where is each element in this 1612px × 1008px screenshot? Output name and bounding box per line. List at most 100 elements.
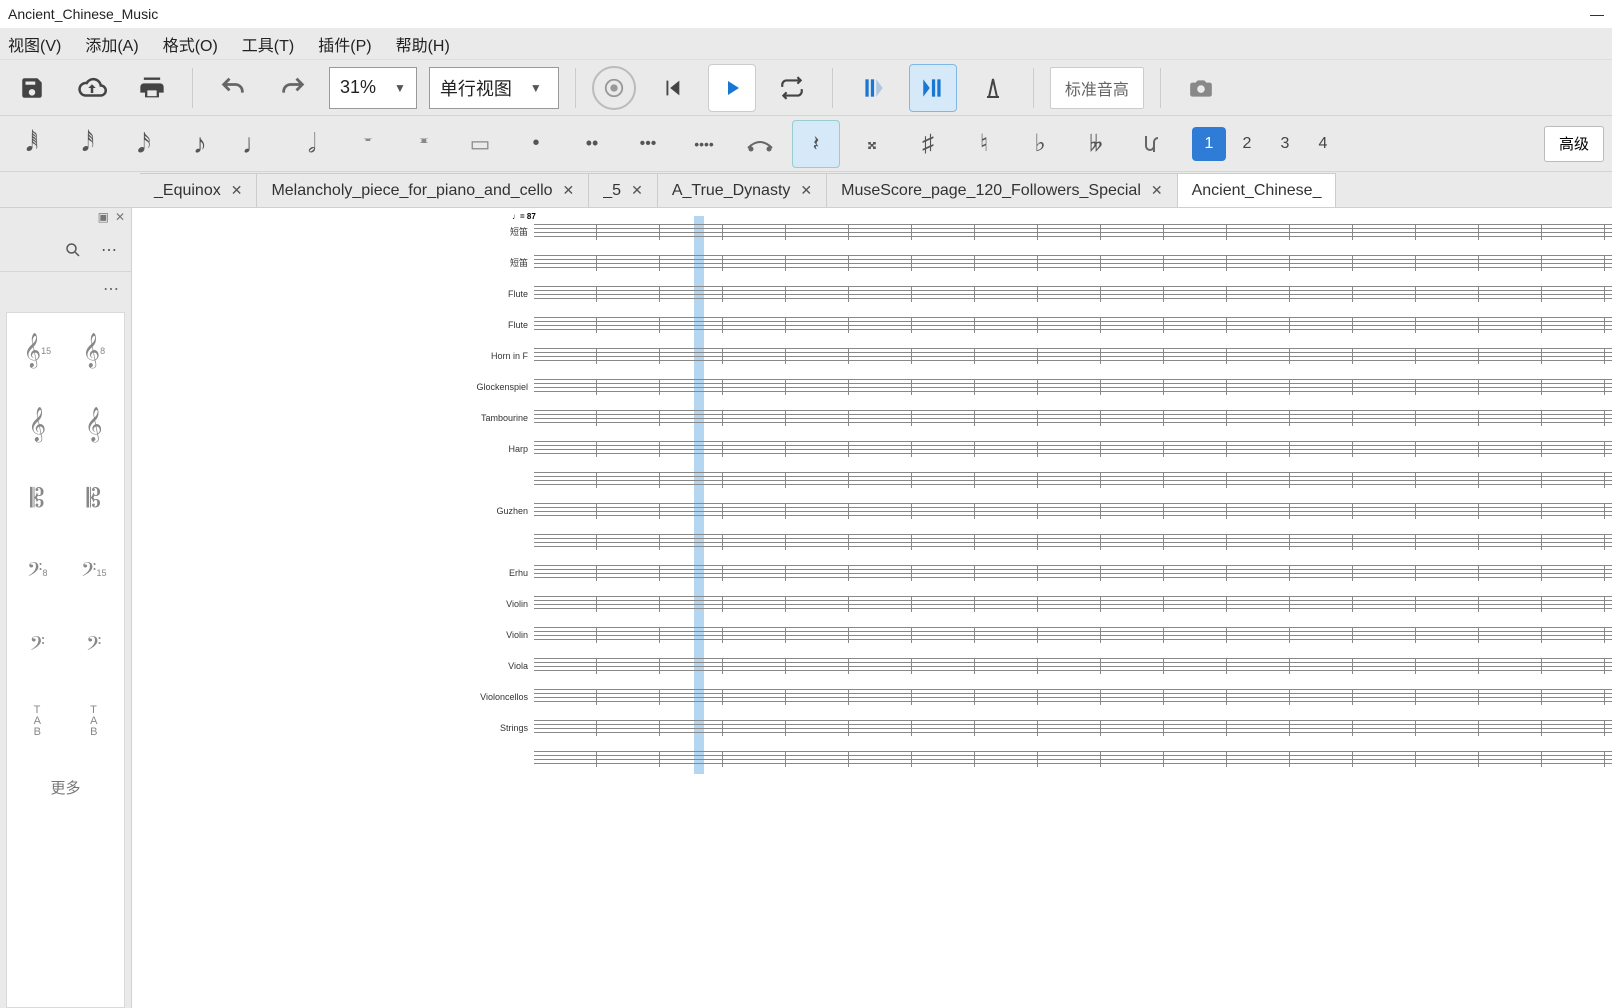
view-mode-combo[interactable]: 单行视图 ▼ [429,67,559,109]
staff-lines[interactable] [534,278,1612,309]
instrument-label: Glockenspiel [472,382,534,392]
save-button[interactable] [8,64,56,112]
staff-lines[interactable] [534,247,1612,278]
loop-out-button[interactable] [909,64,957,112]
dots-icon[interactable]: ⋯ [103,279,119,299]
voice-2[interactable]: 2 [1230,127,1264,161]
clef-tab2[interactable]: TAB [70,693,119,749]
loop-in-button[interactable] [849,64,897,112]
staff-lines[interactable] [534,309,1612,340]
instrument-label: Violoncellos [472,692,534,702]
rest-whole-button[interactable]: 𝄻 [344,120,392,168]
tab-equinox[interactable]: _Equinox ✕ [140,173,257,207]
tab-musescore[interactable]: MuseScore_page_120_Followers_Special ✕ [827,173,1177,207]
clef-treble-15ma[interactable]: 𝄞15 [13,323,62,379]
clef-treble[interactable]: 𝄞 [70,397,119,453]
staff-lines[interactable] [534,340,1612,371]
tab-melancholy[interactable]: Melancholy_piece_for_piano_and_cello ✕ [257,173,589,207]
menu-add[interactable]: 添加(A) [85,32,138,56]
loop-button[interactable] [768,64,816,112]
minimize-button[interactable]: — [1590,6,1604,22]
clef-bass-8va[interactable]: 𝄢8 [13,545,62,601]
staff-lines[interactable] [534,371,1612,402]
menu-help[interactable]: 帮助(H) [396,32,450,56]
sharp-button[interactable]: ♯ [904,120,952,168]
redo-button[interactable] [269,64,317,112]
more-button[interactable]: ⋯ [97,238,121,262]
staff-lines[interactable] [534,619,1612,650]
note-quarter-button[interactable]: ♩ [232,120,280,168]
rewind-button[interactable] [648,64,696,112]
dot-button[interactable]: • [512,120,560,168]
clef-bass[interactable]: 𝄢 [13,619,62,675]
zoom-combo[interactable]: 31% ▼ [329,67,417,109]
staff-lines[interactable] [534,495,1612,526]
staff-lines[interactable] [534,216,1612,247]
staff-lines[interactable] [534,712,1612,743]
menu-format[interactable]: 格式(O) [163,32,218,56]
menu-view[interactable]: 视图(V) [8,32,61,56]
quad-dot-button[interactable]: •••• [680,120,728,168]
double-sharp-button[interactable]: 𝄪 [848,120,896,168]
voice-1[interactable]: 1 [1192,127,1226,161]
print-button[interactable] [128,64,176,112]
tab-5[interactable]: _5 ✕ [589,173,658,207]
play-button[interactable] [708,64,756,112]
cloud-upload-button[interactable] [68,64,116,112]
close-icon[interactable]: ✕ [800,182,812,199]
count-in-button[interactable] [969,64,1017,112]
voice-3[interactable]: 3 [1268,127,1302,161]
advanced-button[interactable]: 高级 [1544,126,1604,162]
triple-dot-button[interactable]: ••• [624,120,672,168]
clef-bass2[interactable]: 𝄢 [70,619,119,675]
staff-lines[interactable] [534,433,1612,464]
palette-more[interactable]: 更多 [13,767,118,798]
chevron-down-icon: ▼ [394,81,406,95]
tie-button[interactable] [736,120,784,168]
screenshot-button[interactable] [1177,64,1225,112]
menu-plugins[interactable]: 插件(P) [318,32,371,56]
clef-treble-8vb[interactable]: 𝄞 [13,397,62,453]
staff-lines[interactable] [534,743,1612,774]
note-32nd-button[interactable]: 𝅘𝅥𝅰 [64,120,112,168]
natural-button[interactable]: ♮ [960,120,1008,168]
clef-bass-15ma[interactable]: 𝄢15 [70,545,119,601]
rest-button[interactable]: 𝄽 [792,120,840,168]
concert-pitch-button[interactable]: 标准音高 [1050,67,1144,109]
staff-lines[interactable] [534,464,1612,495]
double-dot-button[interactable]: •• [568,120,616,168]
staff-lines[interactable] [534,557,1612,588]
close-icon[interactable]: ✕ [631,182,643,199]
note-half-button[interactable]: 𝅗𝅥 [288,120,336,168]
note-16th-button[interactable]: 𝅘𝅥𝅯 [120,120,168,168]
tab-ancient-chinese[interactable]: Ancient_Chinese_ [1178,173,1337,207]
score-canvas[interactable]: ♩= 87 短笛短笛FluteFluteHorn in FGlockenspie… [132,208,1612,1008]
staff-lines[interactable] [534,650,1612,681]
close-icon[interactable]: ✕ [1151,182,1163,199]
undock-icon[interactable]: ▣ [98,210,109,224]
clef-tab1[interactable]: TAB [13,693,62,749]
flip-button[interactable] [1128,120,1176,168]
staff-lines[interactable] [534,402,1612,433]
undo-button[interactable] [209,64,257,112]
metronome-button[interactable] [592,66,636,110]
close-icon[interactable]: ✕ [563,182,575,199]
search-button[interactable] [61,238,85,262]
clef-tenor[interactable]: 𝄡 [70,471,119,527]
clef-alto[interactable]: 𝄡 [13,471,62,527]
note-8th-button[interactable]: ♪ [176,120,224,168]
staff-lines[interactable] [534,681,1612,712]
rest-long-button[interactable]: ▭ [456,120,504,168]
flat-button[interactable]: ♭ [1016,120,1064,168]
staff-lines[interactable] [534,588,1612,619]
tab-dynasty[interactable]: A_True_Dynasty ✕ [658,173,827,207]
rest-breve-button[interactable]: 𝄺 [400,120,448,168]
clef-treble-8va[interactable]: 𝄞8 [70,323,119,379]
double-flat-button[interactable]: 𝄫 [1072,120,1120,168]
staff-lines[interactable] [534,526,1612,557]
close-icon[interactable]: ✕ [115,210,125,224]
menu-tools[interactable]: 工具(T) [242,32,294,56]
voice-4[interactable]: 4 [1306,127,1340,161]
note-64th-button[interactable]: 𝅘𝅥𝅱 [8,120,56,168]
close-icon[interactable]: ✕ [231,182,243,199]
